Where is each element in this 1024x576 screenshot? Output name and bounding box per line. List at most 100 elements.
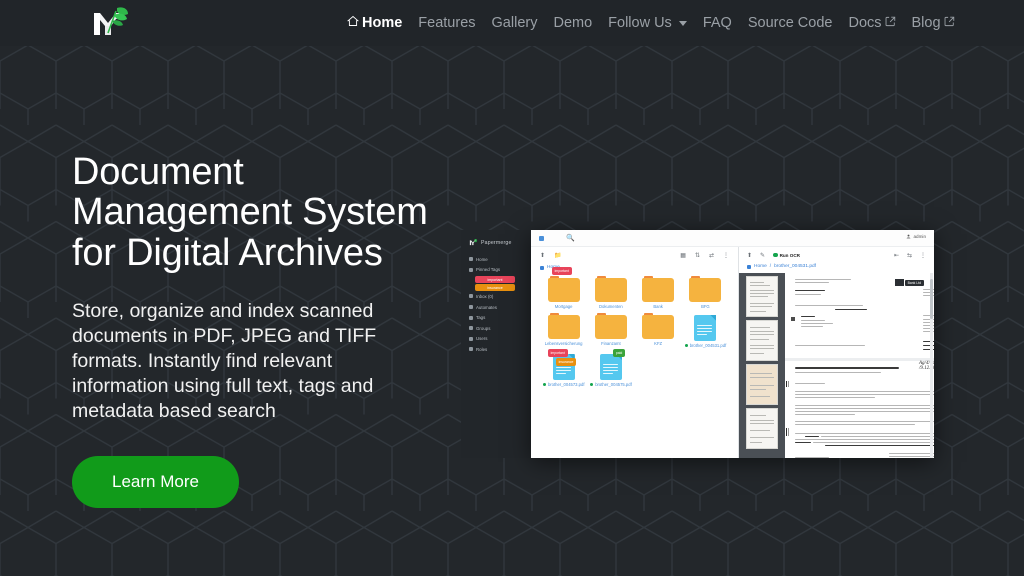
nav-item-home[interactable]: Home (346, 0, 410, 46)
user-menu[interactable]: admin (906, 234, 926, 239)
item-label: Mortgage (554, 304, 573, 309)
folder-tile[interactable]: Lebensversicherung (542, 313, 586, 348)
upload-icon[interactable]: ⬆ (540, 252, 545, 259)
viewer-more-icon[interactable]: ⋮ (920, 252, 926, 259)
download-icon[interactable]: ⬆ (747, 252, 752, 259)
home-icon (469, 257, 473, 262)
commander-pane: ⬆ 📁 ▦ ⇅ ⇄ ⋮ Home important Mortgage (531, 247, 739, 458)
nav-label: Blog (911, 15, 941, 31)
sidebar-item-tags[interactable]: Tags (469, 313, 525, 322)
sidebar-item-roles[interactable]: Roles (469, 345, 525, 354)
nav-item-source-code[interactable]: Source Code (740, 0, 841, 46)
folder-icon (642, 276, 675, 302)
nav-label: Features (418, 15, 476, 31)
groups-icon (469, 326, 473, 331)
document-tile[interactable]: brother_004531.pdf (683, 315, 727, 348)
item-label: Lebensversicherung (544, 341, 583, 346)
hero-subtitle: Store, organize and index scanned docume… (72, 299, 377, 422)
sidebar-item-inbox[interactable]: Inbox (0) (469, 292, 525, 301)
sidebar-item-automates[interactable]: Automates (469, 303, 525, 312)
nav-item-features[interactable]: Features (410, 0, 483, 46)
automate-icon (469, 305, 473, 310)
app-preview-sidebar: Papermerge Home Pinned Tags important in… (461, 230, 531, 458)
folder-tile[interactable]: Finanzamt (589, 313, 633, 348)
folder-tile[interactable]: important Mortgage (542, 267, 586, 309)
item-label: Dokumenten (599, 304, 623, 309)
tag-icon (469, 315, 473, 320)
app-topbar: 🔍 admin (531, 230, 934, 247)
zoom-out-icon[interactable]: ⇤ (894, 252, 899, 259)
document-tile[interactable]: paid brother_004575.pdf (589, 349, 633, 387)
folder-icon (594, 313, 627, 339)
inbox-icon (469, 294, 473, 299)
viewer-scrollbar[interactable] (930, 273, 933, 458)
breadcrumb-file[interactable]: brother_004531.pdf (774, 264, 816, 269)
breadcrumb-root[interactable]: Home (754, 264, 767, 269)
item-label: brother_004573.pdf (542, 382, 586, 387)
document-icon (694, 315, 717, 341)
nav-item-docs[interactable]: Docs (840, 0, 903, 46)
sidebar-item-groups[interactable]: Groups (469, 324, 525, 333)
users-icon (469, 336, 473, 341)
site-logo[interactable] (88, 3, 134, 43)
folder-tile[interactable]: KFZ (636, 313, 680, 348)
sidebar-item-label: Inbox (0) (476, 293, 494, 299)
nav-item-faq[interactable]: FAQ (695, 0, 740, 46)
sort-icon[interactable]: ⇅ (695, 252, 700, 259)
pinned-tag-important[interactable]: important (475, 276, 515, 284)
item-label: Bank (653, 304, 663, 309)
folder-tile[interactable]: BFG (683, 276, 727, 309)
folder-tile[interactable]: Bank (636, 276, 680, 309)
sidebar-item-label: Groups (476, 325, 491, 331)
commander-toolbar: ⬆ 📁 ▦ ⇅ ⇄ ⋮ (531, 247, 738, 263)
sidebar-item-label: Automates (476, 304, 497, 310)
more-icon[interactable]: ⋮ (723, 252, 729, 259)
folder-tile[interactable]: Dokumenten (589, 276, 633, 309)
page-thumbnail[interactable] (746, 276, 778, 317)
sidebar-item-label: Users (476, 336, 488, 342)
folder-icon (594, 276, 627, 302)
ocr-badge: Bank Ltd (904, 280, 924, 286)
sidebar-item-pinned-tags[interactable]: Pinned Tags (469, 266, 525, 275)
sidebar-item-label: Tags (476, 315, 486, 321)
chevron-down-icon (678, 20, 687, 26)
app-brand-label: Papermerge (481, 239, 512, 246)
new-folder-icon[interactable]: 📁 (554, 252, 561, 259)
folder-icon (540, 265, 544, 270)
item-label: BFG (701, 304, 710, 309)
top-navigation-bar: Home Features Gallery Demo Follow Us FAQ… (0, 0, 1024, 46)
viewer-breadcrumb[interactable]: Home / brother_004531.pdf (739, 263, 934, 273)
page-title: Document Management System for Digital A… (72, 151, 428, 274)
edit-icon[interactable]: ✎ (760, 252, 765, 259)
document-page-canvas[interactable]: Ag/4/44 /9.12.2023 (785, 273, 934, 458)
folder-icon (642, 313, 675, 339)
nav-item-blog[interactable]: Blog (904, 0, 963, 46)
nav-label: Gallery (491, 15, 538, 31)
folder-icon (547, 276, 580, 302)
learn-more-button[interactable]: Learn More (72, 455, 239, 508)
page-thumbnail[interactable] (746, 364, 778, 405)
menu-toggle-icon[interactable] (539, 235, 544, 241)
page-thumbnail[interactable] (746, 408, 778, 449)
breadcrumb-separator: / (769, 264, 772, 269)
viewer-pane: ⬆ ✎ Run OCR ⇤ ⇆ ⋮ Home / brother_004531.… (739, 247, 934, 458)
search-icon[interactable]: 🔍 (566, 234, 575, 242)
nav-item-follow-us[interactable]: Follow Us (600, 0, 695, 46)
sidebar-item-home[interactable]: Home (469, 255, 525, 264)
roles-icon (469, 347, 473, 352)
nav-item-demo[interactable]: Demo (545, 0, 600, 46)
filter-icon[interactable]: ⇄ (709, 252, 714, 259)
app-body: ⬆ 📁 ▦ ⇅ ⇄ ⋮ Home important Mortgage (531, 247, 934, 458)
run-ocr-button[interactable]: Run OCR (773, 253, 800, 258)
page-thumbnail[interactable] (746, 320, 778, 361)
external-link-icon (885, 0, 896, 46)
view-mode-icon[interactable]: ▦ (680, 252, 686, 259)
pinned-tag-insurance[interactable]: insurance (475, 284, 515, 292)
sidebar-item-users[interactable]: Users (469, 335, 525, 344)
zoom-in-icon[interactable]: ⇆ (907, 252, 912, 259)
page-thumbnail-strip[interactable] (739, 273, 785, 458)
tag-insurance: insurance (555, 358, 577, 366)
document-tile[interactable]: important insurance brother_004573.pdf (542, 349, 586, 387)
nav-item-gallery[interactable]: Gallery (484, 0, 546, 46)
sidebar-item-label: Pinned Tags (476, 267, 501, 273)
